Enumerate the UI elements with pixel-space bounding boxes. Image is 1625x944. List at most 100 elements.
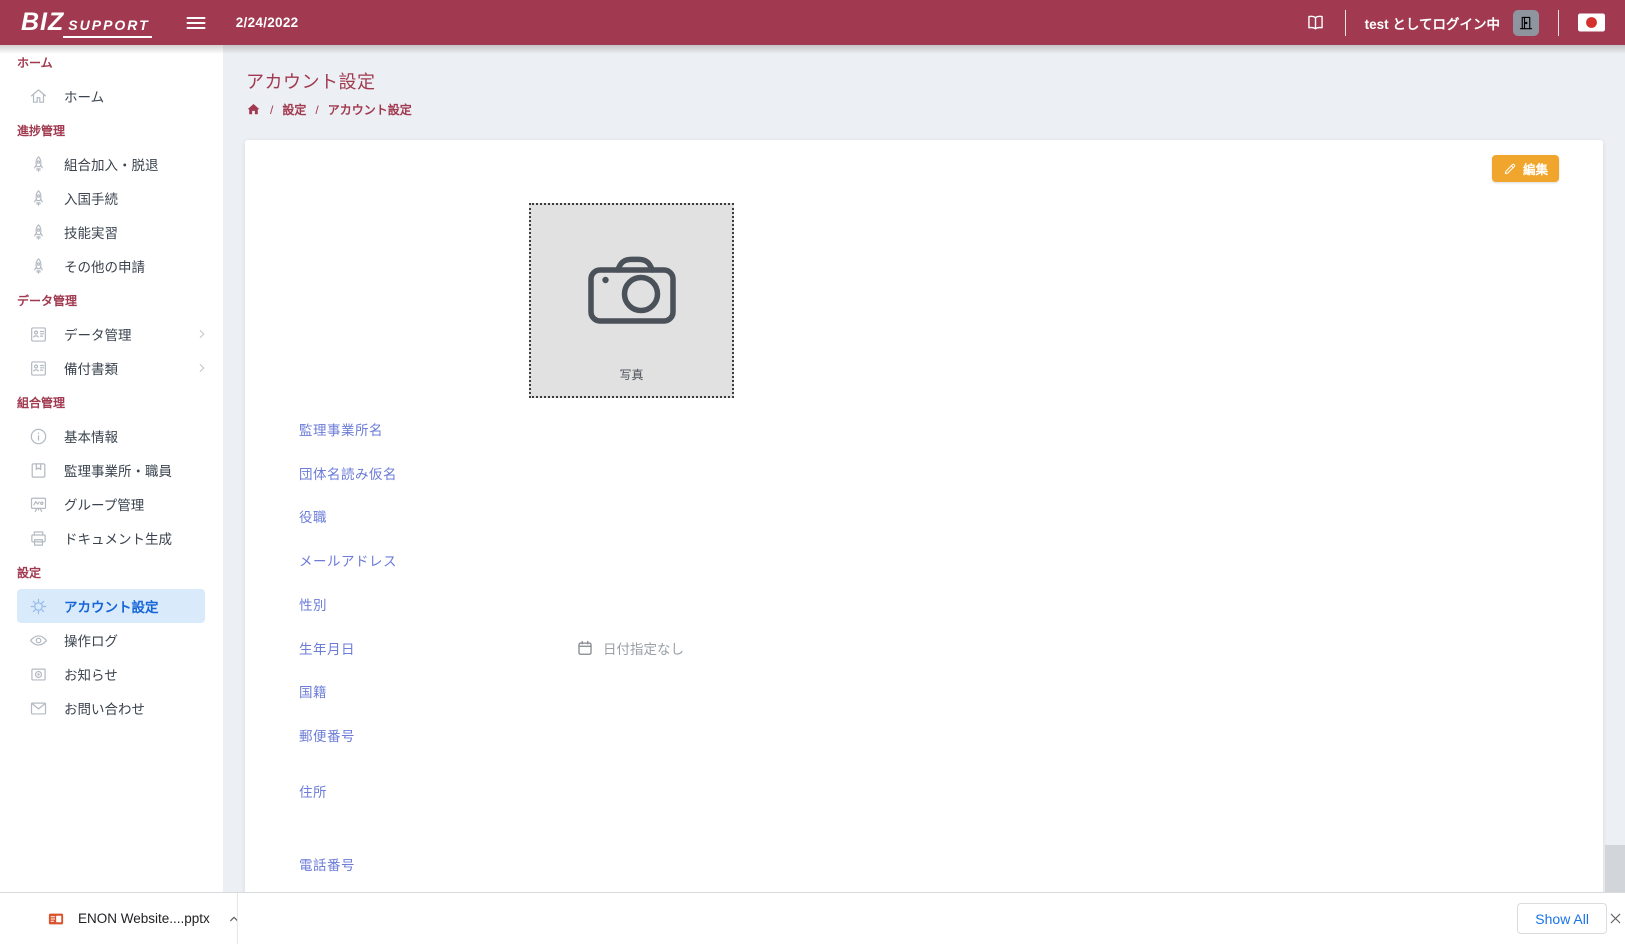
sidebar-item-label: 操作ログ [64, 634, 118, 649]
field-label: 住所 [299, 785, 327, 800]
birthdate-placeholder: 日付指定なし [603, 642, 684, 657]
sidebar-item-label: 入国手続 [64, 192, 118, 207]
sidebar-item[interactable]: 監理事業所・職員 [0, 453, 223, 487]
gear-icon [28, 596, 49, 617]
field-row: 性別 [299, 593, 1543, 615]
id-card-icon [28, 358, 49, 379]
field-label: 生年月日 [299, 642, 355, 657]
sidebar-nav: ホーム ホーム 進捗管理 組合加入・脱退 入国手続 技能実習 その他の申請 データ管理 データ管… [0, 53, 223, 725]
app-header: BIZ SUPPORT 2/24/2022 test としてログイン中 [0, 0, 1625, 45]
field-row: 役職 [299, 505, 1543, 527]
sidebar-section-label: 設定 [17, 566, 42, 580]
edit-button-label: 編集 [1522, 163, 1548, 177]
sidebar-section-label: 組合管理 [17, 396, 66, 410]
breadcrumb-item-settings[interactable]: 設定 [282, 101, 306, 118]
sidebar-section: 進捗管理組合加入・脱退 入国手続技能実習その他の申請 [0, 121, 223, 283]
sidebar-item[interactable]: お問い合わせ [0, 691, 223, 725]
sidebar-section-label: 進捗管理 [17, 124, 66, 138]
japan-flag-icon[interactable] [1578, 13, 1605, 32]
field-label: 監理事業所名 [299, 423, 383, 438]
printer-icon [28, 528, 49, 549]
downloaded-file-chip[interactable]: ENON Website....pptx [47, 910, 242, 928]
download-bar: ENON Website....pptx Show All [0, 892, 1625, 944]
sidebar-section-label: データ管理 [17, 294, 78, 308]
mail-icon [28, 698, 49, 719]
field-row: 電話番号 [299, 853, 1543, 875]
sidebar-item[interactable]: 技能実習 [0, 215, 223, 249]
sidebar-item[interactable]: 組合加入・脱退 [0, 147, 223, 181]
id-card-icon [28, 324, 49, 345]
rocket-icon [28, 154, 49, 175]
caret-up-icon[interactable] [226, 911, 242, 927]
presentation-icon [28, 494, 49, 515]
calendar-icon [576, 639, 594, 657]
vertical-scrollbar-thumb[interactable] [1605, 845, 1625, 892]
sidebar-item-label: 組合加入・脱退 [64, 158, 159, 173]
field-label: 電話番号 [299, 858, 355, 873]
sidebar-item[interactable]: 入国手続 [0, 181, 223, 215]
breadcrumb-separator: / [315, 102, 319, 117]
powerpoint-file-icon [47, 910, 65, 928]
sidebar-section: 設定アカウント設定操作ログお知らせお問い合わせ [0, 563, 223, 725]
photo-upload-dropzone[interactable]: 写真 [529, 203, 734, 398]
sidebar: ホーム ホーム 進捗管理 組合加入・脱退 入国手続 技能実習 その他の申請 データ管理 データ管… [0, 45, 223, 892]
sidebar-item[interactable]: ホーム [0, 79, 223, 113]
sidebar-item-label: その他の申請 [64, 260, 145, 275]
sidebar-item[interactable]: お知らせ [0, 657, 223, 691]
field-row: 国籍 [299, 680, 1543, 702]
field-label: メールアドレス [299, 554, 397, 569]
account-settings-card: 編集 写真 監理事業所名 団体名読み仮名 役職メールアドレス 性別生年月日 日付指定なし… [245, 140, 1603, 892]
download-bar-divider [237, 893, 238, 944]
field-label: 役職 [299, 510, 327, 525]
home-icon [28, 86, 49, 107]
main-content: アカウント設定 / 設定 / アカウント設定 編集 写真 監理事業所名 団体名読み… [223, 45, 1625, 892]
close-download-bar-icon[interactable] [1607, 910, 1624, 927]
manual-book-icon[interactable] [1305, 12, 1326, 33]
sidebar-item-label: 基本情報 [64, 430, 118, 445]
info-icon [28, 426, 49, 447]
breadcrumb-home-icon[interactable] [246, 102, 261, 117]
downloaded-file-name: ENON Website....pptx [78, 911, 210, 926]
field-row: 住所 [299, 780, 1543, 802]
field-row: 郵便番号 [299, 724, 1543, 746]
chevron-right-icon [195, 361, 209, 375]
header-divider [1558, 9, 1559, 36]
hamburger-menu-icon[interactable] [184, 11, 208, 35]
sidebar-item-label: お問い合わせ [64, 702, 145, 717]
breadcrumb-item-account-settings[interactable]: アカウント設定 [328, 101, 412, 118]
rocket-icon [28, 222, 49, 243]
sidebar-item-label: ドキュメント生成 [64, 532, 172, 547]
logo-secondary-text: SUPPORT [63, 17, 152, 38]
sidebar-item-label: 監理事業所・職員 [64, 464, 172, 479]
sidebar-section-label: ホーム [17, 56, 53, 70]
sidebar-item-label: ホーム [64, 90, 105, 105]
sidebar-item[interactable]: 基本情報 [0, 419, 223, 453]
sidebar-item[interactable]: 操作ログ [0, 623, 223, 657]
field-label: 郵便番号 [299, 729, 355, 744]
chevron-right-icon [195, 327, 209, 341]
sidebar-item[interactable]: アカウント設定 [17, 589, 205, 623]
field-label: 性別 [299, 598, 327, 613]
sidebar-item[interactable]: その他の申請 [0, 249, 223, 283]
field-row: 監理事業所名 [299, 418, 1543, 440]
logout-button[interactable] [1513, 9, 1539, 36]
page-title: アカウント設定 [246, 72, 376, 92]
sidebar-item[interactable]: グループ管理 [0, 487, 223, 521]
app-logo[interactable]: BIZ SUPPORT [21, 8, 152, 38]
show-all-button[interactable]: Show All [1517, 903, 1607, 934]
field-row: 団体名読み仮名 [299, 462, 1543, 484]
login-status: test としてログイン中 [1364, 16, 1500, 32]
field-label: 団体名読み仮名 [299, 467, 397, 482]
sidebar-item-label: 技能実習 [64, 226, 118, 241]
sidebar-item[interactable]: ドキュメント生成 [0, 521, 223, 555]
edit-button[interactable]: 編集 [1491, 155, 1559, 182]
field-row: 生年月日 日付指定なし [299, 637, 1543, 659]
pencil-icon [1503, 162, 1517, 176]
sidebar-item[interactable]: データ管理 [0, 317, 223, 351]
logo-primary-text: BIZ [21, 7, 65, 36]
header-divider [1344, 9, 1346, 36]
eye-icon [28, 630, 49, 651]
sidebar-item-label: 備付書類 [64, 362, 118, 377]
sidebar-item[interactable]: 備付書類 [0, 351, 223, 385]
birthdate-display[interactable]: 日付指定なし [576, 638, 684, 658]
